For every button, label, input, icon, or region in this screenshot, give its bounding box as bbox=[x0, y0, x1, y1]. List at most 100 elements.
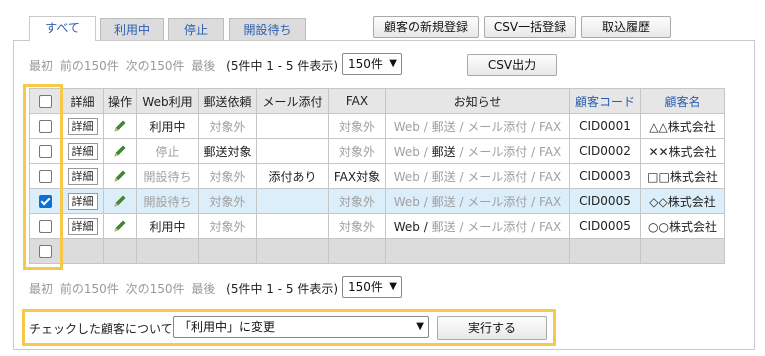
new-customer-button[interactable]: 顧客の新規登録 bbox=[373, 16, 479, 38]
notice-part: メール添付 bbox=[467, 219, 528, 234]
detail-cell: 詳細 bbox=[61, 113, 104, 139]
edit-cell bbox=[103, 163, 137, 189]
empty-cell bbox=[136, 238, 199, 264]
tab-stopped[interactable]: 停止 bbox=[168, 18, 224, 40]
table-row: 詳細 開設待ち 対象外 対象外 Web / 郵送 / メール添付 / FAX CID000… bbox=[29, 188, 725, 214]
csv-import-button[interactable]: CSV一括登録 bbox=[484, 16, 576, 38]
detail-cell: 詳細 bbox=[61, 213, 104, 239]
csv-export-button[interactable]: CSV出力 bbox=[467, 54, 557, 76]
empty-cell bbox=[103, 238, 137, 264]
tab-pending[interactable]: 開設待ち bbox=[229, 18, 306, 40]
attach-status bbox=[256, 113, 329, 139]
customer-code: CID0005 bbox=[569, 188, 641, 214]
fax-status: FAX対象 bbox=[328, 163, 386, 189]
pager-prev-link[interactable]: 前の150件 bbox=[60, 59, 119, 73]
header-notice: お知らせ bbox=[385, 88, 570, 114]
pencil-icon[interactable] bbox=[113, 169, 127, 183]
notice-part: Web / bbox=[393, 119, 432, 134]
notice-part: Web / bbox=[393, 219, 432, 234]
import-history-button[interactable]: 取込履歴 bbox=[581, 16, 671, 38]
notice-part: / FAX bbox=[527, 119, 562, 134]
empty-cell bbox=[198, 238, 257, 264]
per-page-select-bottom[interactable]: 150件 ▼ bbox=[342, 276, 402, 298]
per-page-select-top[interactable]: 150件 ▼ bbox=[342, 53, 402, 75]
notice-part: / FAX bbox=[527, 219, 562, 234]
header-web: Web利用 bbox=[136, 88, 199, 114]
customer-name: ○○株式会社 bbox=[640, 213, 725, 239]
detail-button[interactable]: 詳細 bbox=[67, 142, 98, 160]
notice-cell: Web / 郵送 / メール添付 / FAX bbox=[385, 163, 570, 189]
tab-active[interactable]: 利用中 bbox=[100, 18, 164, 40]
empty-cell bbox=[569, 238, 641, 264]
pencil-icon[interactable] bbox=[113, 119, 127, 133]
customer-code: CID0002 bbox=[569, 138, 641, 164]
bulk-action-highlight bbox=[22, 309, 556, 346]
fax-status: 対象外 bbox=[328, 138, 386, 164]
notice-part: メール添付 bbox=[467, 119, 528, 134]
fax-status: 対象外 bbox=[328, 213, 386, 239]
header-mail: 郵送依頼 bbox=[198, 88, 257, 114]
table-header-row: 詳細 操作 Web利用 郵送依頼 メール添付 FAX お知らせ 顧客コード 顧客… bbox=[29, 88, 725, 114]
empty-cell bbox=[61, 238, 104, 264]
attach-status bbox=[256, 138, 329, 164]
pager-first-link[interactable]: 最初 bbox=[29, 59, 53, 73]
empty-cell bbox=[385, 238, 570, 264]
checkbox-column-highlight bbox=[23, 84, 63, 270]
table-row: 詳細 停止 郵送対象 対象外 Web / 郵送 / メール添付 / FAX CID0002… bbox=[29, 138, 725, 164]
customer-code: CID0001 bbox=[569, 113, 641, 139]
pager-last-link[interactable]: 最後 bbox=[191, 282, 215, 296]
header-customer-name[interactable]: 顧客名 bbox=[640, 88, 725, 114]
pager-prev-link[interactable]: 前の150件 bbox=[60, 282, 119, 296]
web-status: 停止 bbox=[136, 138, 199, 164]
header-customer-code[interactable]: 顧客コード bbox=[569, 88, 641, 114]
detail-cell: 詳細 bbox=[61, 138, 104, 164]
detail-button[interactable]: 詳細 bbox=[67, 192, 98, 210]
pager-info: (5件中 1 - 5 件表示) bbox=[226, 282, 339, 296]
attach-status bbox=[256, 213, 329, 239]
empty-cell bbox=[640, 238, 725, 264]
notice-part: メール添付 bbox=[467, 144, 528, 159]
header-attach: メール添付 bbox=[256, 88, 329, 114]
notice-part: Web / bbox=[393, 144, 432, 159]
notice-part: 郵送 bbox=[431, 219, 456, 234]
pager-next-link[interactable]: 次の150件 bbox=[126, 59, 185, 73]
attach-status: 添付あり bbox=[256, 163, 329, 189]
tab-all[interactable]: すべて bbox=[29, 16, 96, 41]
customer-name: ✕✕株式会社 bbox=[640, 138, 725, 164]
notice-part: Web / bbox=[393, 194, 432, 209]
header-action: 操作 bbox=[103, 88, 137, 114]
chevron-down-icon: ▼ bbox=[389, 58, 397, 69]
detail-cell: 詳細 bbox=[61, 188, 104, 214]
notice-part: 郵送 bbox=[431, 144, 456, 159]
table-row: 詳細 開設待ち 対象外 添付あり FAX対象 Web / 郵送 / メール添付 / FAX… bbox=[29, 163, 725, 189]
notice-part: 郵送 bbox=[431, 194, 456, 209]
pager-first-link[interactable]: 最初 bbox=[29, 282, 53, 296]
pencil-icon[interactable] bbox=[113, 219, 127, 233]
edit-cell bbox=[103, 213, 137, 239]
mail-status: 郵送対象 bbox=[198, 138, 257, 164]
notice-part: / bbox=[455, 119, 468, 134]
detail-button[interactable]: 詳細 bbox=[67, 217, 98, 235]
pencil-icon[interactable] bbox=[113, 144, 127, 158]
notice-part: / bbox=[455, 169, 468, 184]
pager-info: (5件中 1 - 5 件表示) bbox=[226, 59, 339, 73]
pager-last-link[interactable]: 最後 bbox=[191, 59, 215, 73]
notice-part: 郵送 bbox=[431, 169, 456, 184]
detail-button[interactable]: 詳細 bbox=[67, 117, 98, 135]
web-status: 開設待ち bbox=[136, 163, 199, 189]
web-status: 利用中 bbox=[136, 213, 199, 239]
notice-part: 郵送 bbox=[431, 119, 456, 134]
customer-code: CID0005 bbox=[569, 213, 641, 239]
pager-next-link[interactable]: 次の150件 bbox=[126, 282, 185, 296]
detail-button[interactable]: 詳細 bbox=[67, 167, 98, 185]
edit-cell bbox=[103, 188, 137, 214]
customer-code: CID0003 bbox=[569, 163, 641, 189]
pencil-icon[interactable] bbox=[113, 194, 127, 208]
per-page-value: 150件 bbox=[348, 57, 383, 71]
per-page-value: 150件 bbox=[348, 280, 383, 294]
detail-cell: 詳細 bbox=[61, 163, 104, 189]
fax-status: 対象外 bbox=[328, 188, 386, 214]
mail-status: 対象外 bbox=[198, 163, 257, 189]
mail-status: 対象外 bbox=[198, 213, 257, 239]
empty-cell bbox=[328, 238, 386, 264]
